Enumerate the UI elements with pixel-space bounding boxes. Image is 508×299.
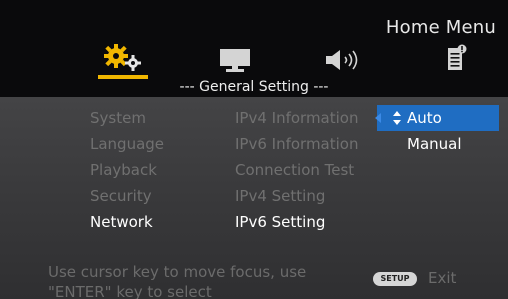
monitor-icon[interactable] bbox=[218, 48, 252, 74]
submenu-item-ipv4-information[interactable]: IPv4 Information bbox=[235, 105, 359, 131]
option-auto-label: Auto bbox=[407, 109, 442, 127]
option-list: Auto Manual bbox=[375, 105, 499, 157]
submenu-item-ipv6-information[interactable]: IPv6 Information bbox=[235, 131, 359, 157]
submenu-item-connection-test[interactable]: Connection Test bbox=[235, 157, 359, 183]
home-menu-title: Home Menu bbox=[385, 17, 496, 38]
menu-item-language[interactable]: Language bbox=[90, 131, 164, 157]
gear-icon[interactable] bbox=[102, 44, 142, 72]
arrow-left-icon bbox=[375, 113, 381, 123]
setup-button[interactable]: SETUP bbox=[373, 272, 417, 286]
category-list: System Language Playback Security Networ… bbox=[90, 105, 164, 235]
top-bar: Home Menu --- General Setting --- bbox=[0, 0, 508, 100]
exit-label: Exit bbox=[428, 269, 457, 287]
help-text: Use cursor key to move focus, use "ENTER… bbox=[48, 262, 306, 299]
up-down-arrow-icon bbox=[393, 111, 401, 125]
submenu-item-ipv6-setting[interactable]: IPv6 Setting bbox=[235, 209, 359, 235]
settings-panel: System Language Playback Security Networ… bbox=[0, 97, 508, 299]
document-icon[interactable] bbox=[446, 44, 468, 72]
menu-item-system[interactable]: System bbox=[90, 105, 164, 131]
help-text-line2: "ENTER" key to select bbox=[48, 283, 212, 299]
option-manual-label: Manual bbox=[407, 135, 462, 153]
home-menu-screen: Home Menu --- General Setting --- System… bbox=[0, 0, 508, 299]
speaker-icon[interactable] bbox=[323, 47, 363, 73]
menu-item-network[interactable]: Network bbox=[90, 209, 164, 235]
section-title: --- General Setting --- bbox=[179, 79, 329, 95]
menu-item-playback[interactable]: Playback bbox=[90, 157, 164, 183]
submenu-item-ipv4-setting[interactable]: IPv4 Setting bbox=[235, 183, 359, 209]
option-manual[interactable]: Manual bbox=[377, 131, 499, 157]
menu-item-security[interactable]: Security bbox=[90, 183, 164, 209]
network-submenu: IPv4 Information IPv6 Information Connec… bbox=[235, 105, 359, 235]
help-text-line1: Use cursor key to move focus, use bbox=[48, 263, 307, 281]
option-auto[interactable]: Auto bbox=[375, 105, 499, 131]
